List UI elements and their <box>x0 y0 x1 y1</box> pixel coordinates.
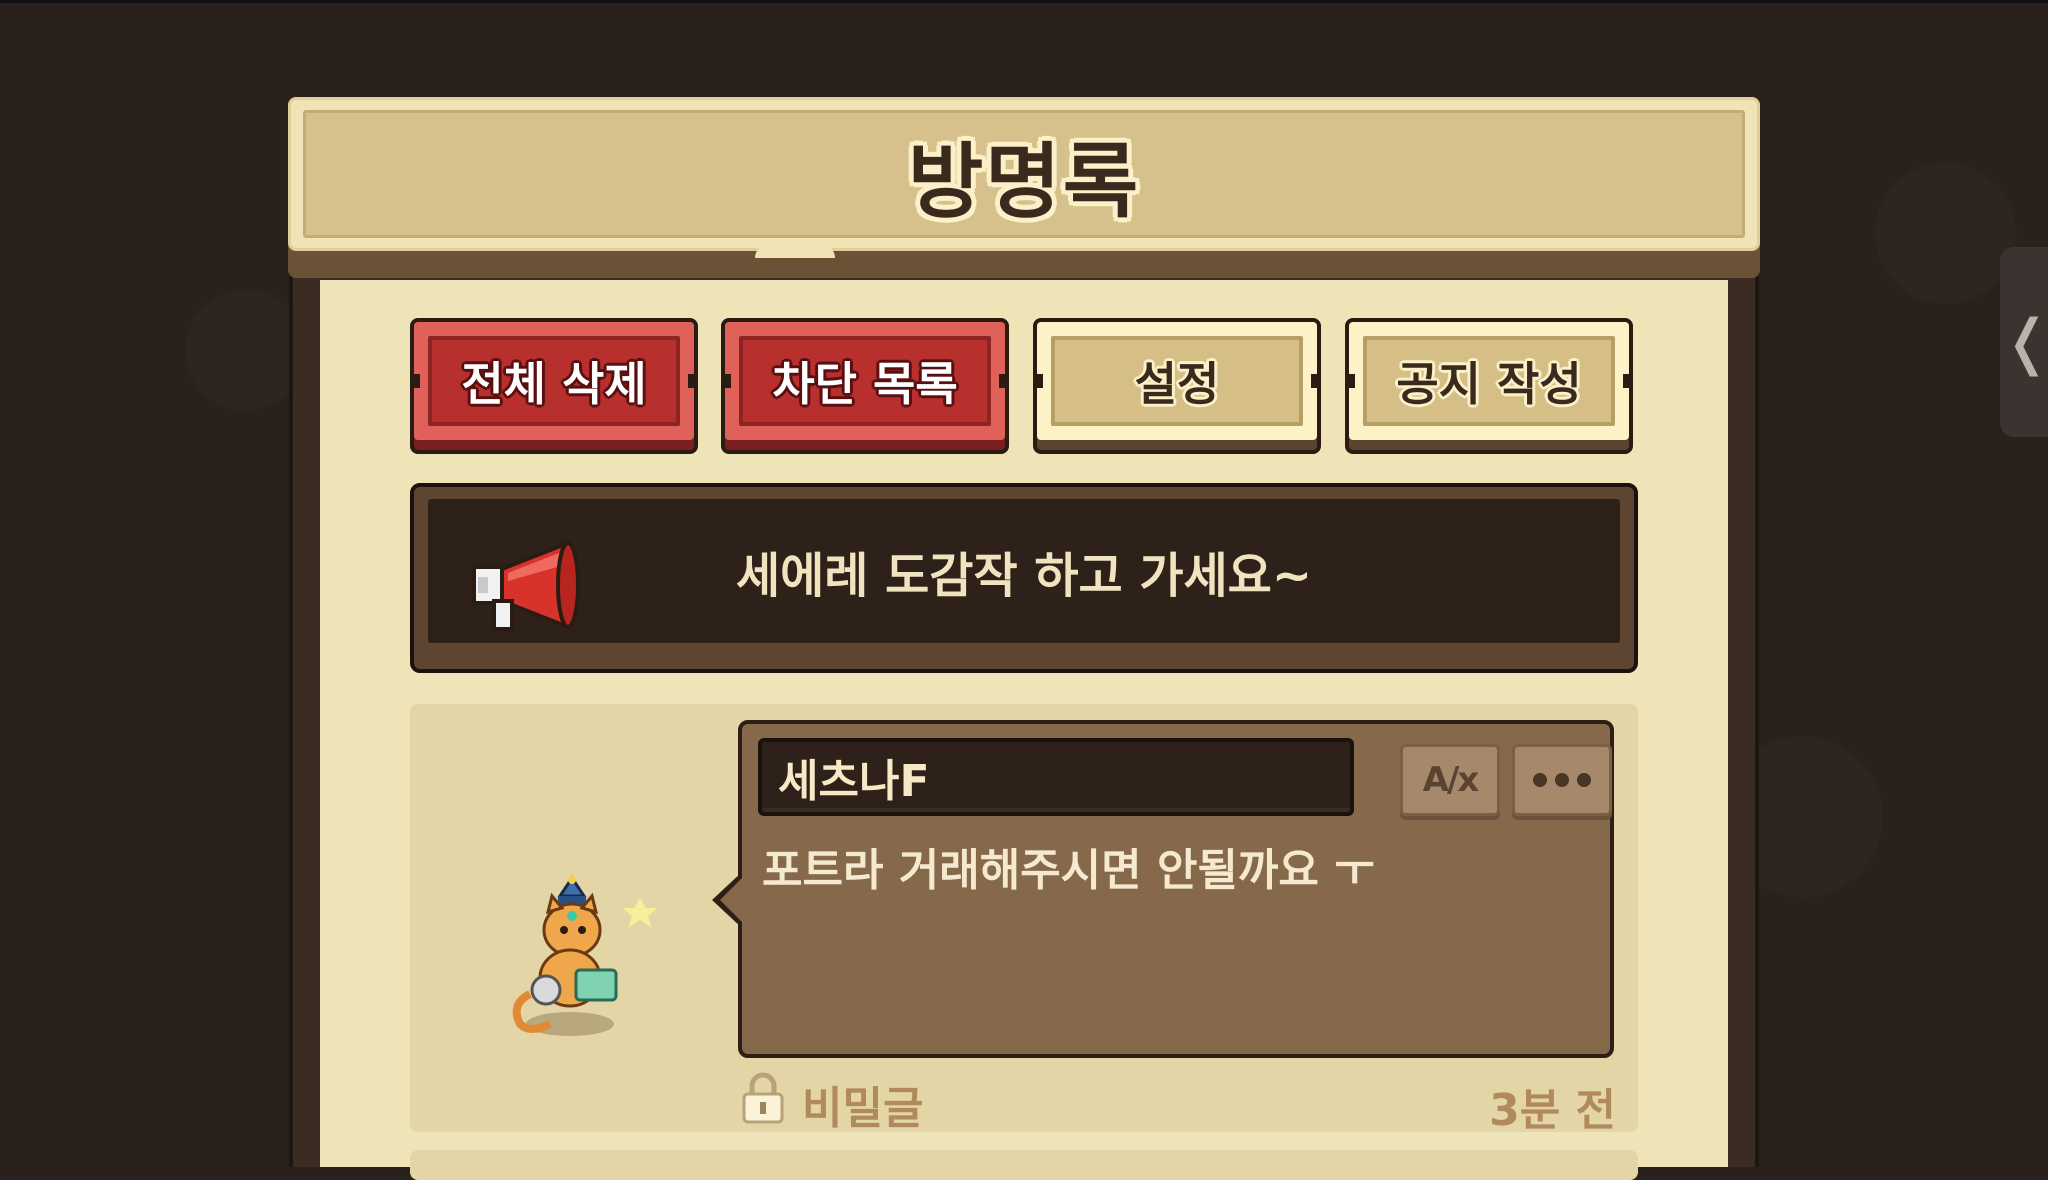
secret-label: 비밀글 <box>802 1083 924 1134</box>
bubble-tail-inner <box>720 876 744 924</box>
button-stud <box>999 374 1007 388</box>
delete-all-label: 전체 삭제 <box>461 357 647 411</box>
notice-inner: 세에레 도감작 하고 가세요~ <box>428 499 1620 643</box>
guestbook-entry: 세츠나F A/x 포트라 거래해주시면 안될까요 ㅜ 비밀글 3분 전 <box>410 704 1638 1136</box>
button-stud <box>412 374 420 388</box>
settings-button[interactable]: 설정 <box>1033 318 1321 454</box>
button-stud <box>1347 374 1355 388</box>
write-notice-button[interactable]: 공지 작성 <box>1345 318 1633 454</box>
top-border <box>0 0 2048 3</box>
settings-label: 설정 <box>1134 357 1220 411</box>
translate-button[interactable]: A/x <box>1400 744 1500 816</box>
message-text: 포트라 거래해주시면 안될까요 ㅜ <box>762 845 1375 896</box>
button-face: 공지 작성 <box>1349 322 1629 440</box>
message-bubble: 세츠나F A/x 포트라 거래해주시면 안될까요 ㅜ <box>712 720 1614 1058</box>
button-inner: 공지 작성 <box>1363 336 1615 426</box>
cat-avatar[interactable] <box>500 874 670 1054</box>
button-face: 차단 목록 <box>725 322 1005 440</box>
timestamp: 3분 전 <box>1489 1085 1616 1136</box>
button-face: 전체 삭제 <box>414 322 694 440</box>
more-options-button[interactable] <box>1512 744 1612 816</box>
block-list-button[interactable]: 차단 목록 <box>721 318 1009 454</box>
notice-panel[interactable]: 세에레 도감작 하고 가세요~ <box>410 483 1638 673</box>
author-name-box[interactable]: 세츠나F <box>758 738 1354 816</box>
lock-icon <box>742 1072 784 1124</box>
button-stud <box>1623 374 1631 388</box>
button-inner: 설정 <box>1051 336 1303 426</box>
next-entry-peek <box>410 1150 1638 1180</box>
button-stud <box>1035 374 1043 388</box>
button-inner: 차단 목록 <box>739 336 991 426</box>
delete-all-button[interactable]: 전체 삭제 <box>410 318 698 454</box>
button-inner: 전체 삭제 <box>428 336 680 426</box>
more-dot <box>1555 773 1569 787</box>
more-icon <box>1533 773 1591 787</box>
author-name: 세츠나F <box>778 756 930 807</box>
more-dot <box>1533 773 1547 787</box>
button-stud <box>723 374 731 388</box>
more-dot <box>1577 773 1591 787</box>
write-notice-label: 공지 작성 <box>1396 357 1582 411</box>
page-title: 방명록 <box>907 134 1141 230</box>
banner-notch <box>755 244 835 258</box>
title-banner-inner: 방명록 <box>303 110 1745 238</box>
side-panel-toggle[interactable]: ❬ <box>2000 247 2048 437</box>
button-face: 설정 <box>1037 322 1317 440</box>
button-stud <box>1311 374 1319 388</box>
title-banner: 방명록 <box>288 97 1760 251</box>
translate-icon: A/x <box>1422 760 1480 800</box>
button-stud <box>688 374 696 388</box>
chevron-left-icon: ❬ <box>2001 307 2048 377</box>
notice-text: 세에레 도감작 하고 가세요~ <box>735 548 1313 604</box>
block-list-label: 차단 목록 <box>772 357 958 411</box>
